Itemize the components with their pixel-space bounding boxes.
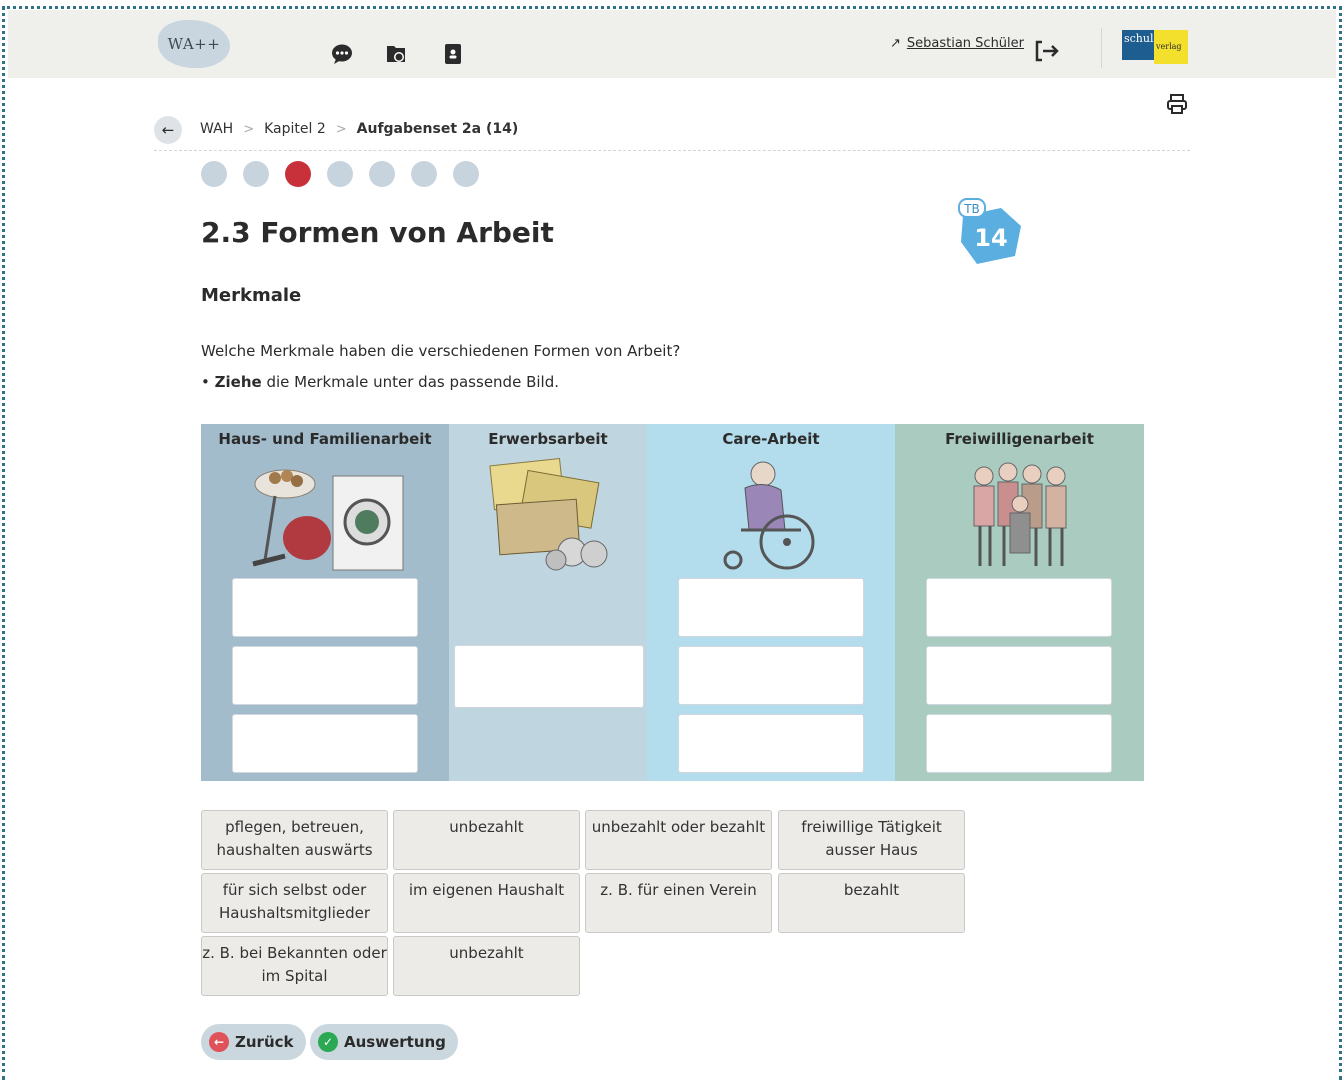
step-dot-7[interactable] [453,161,479,187]
chat-icon[interactable] [330,42,354,66]
print-icon[interactable] [1166,93,1188,115]
answer-chip[interactable]: freiwillige Tätigkeit ausser Haus [778,810,965,870]
column-title: Freiwilligenarbeit [945,430,1094,448]
column-care-work: Care-Arbeit [647,424,895,781]
column-volunteer-work: Freiwilligenarbeit [895,424,1144,781]
breadcrumb-separator: > [335,121,347,137]
folder-icon[interactable] [385,42,409,66]
money-illustration [489,458,608,571]
evaluate-button[interactable]: ✓ Auswertung [310,1024,458,1060]
answer-chip[interactable]: z. B. bei Bekannten oder im Spital [201,936,388,996]
group-illustration [973,462,1066,566]
answer-chip[interactable]: für sich selbst oder Haushaltsmitglieder [201,873,388,933]
task-question: Welche Merkmale haben die verschiedenen … [201,342,681,360]
drop-slot[interactable] [678,714,864,773]
textbook-page-badge[interactable]: TB 14 [957,198,1025,266]
breadcrumb-wah[interactable]: WAH [200,121,233,137]
page-title: 2.3 Formen von Arbeit [201,216,554,249]
back-circle-icon: ← [209,1032,229,1052]
breadcrumb-separator: > [243,121,255,137]
step-dot-1[interactable] [201,161,227,187]
answer-chip[interactable]: unbezahlt [393,810,580,870]
user-name[interactable]: Sebastian Schüler [907,36,1024,51]
household-illustration [252,469,404,571]
answer-chip[interactable]: bezahlt [778,873,965,933]
step-dot-3-active[interactable] [285,161,311,187]
drop-slot[interactable] [454,645,644,708]
step-dot-6[interactable] [411,161,437,187]
back-button[interactable]: ← Zurück [201,1024,306,1060]
column-title: Erwerbsarbeit [488,430,608,448]
drop-slot[interactable] [678,578,864,637]
contacts-icon[interactable] [441,42,465,66]
top-navigation-bar: WA++ ↗ Sebastian Schüler schul verlag [8,10,1336,78]
drop-slot[interactable] [926,646,1112,705]
answer-chip[interactable]: unbezahlt oder bezahlt [585,810,772,870]
section-title: Merkmale [201,285,302,306]
answer-chip[interactable]: unbezahlt [393,936,580,996]
breadcrumb-chapter[interactable]: Kapitel 2 [264,121,326,137]
breadcrumb: WAH > Kapitel 2 > Aufgabenset 2a (14) [200,121,518,137]
user-profile-link[interactable]: ↗ Sebastian Schüler [890,36,1024,51]
header-divider [1101,28,1102,68]
column-title: Haus- und Familienarbeit [218,430,432,448]
external-link-icon: ↗ [889,36,901,51]
answer-chip[interactable]: pflegen, betreuen, haushalten auswärts [201,810,388,870]
column-household-work: Haus- und Familienarbeit [201,424,449,781]
step-indicator [201,161,479,187]
step-dot-5[interactable] [369,161,395,187]
check-circle-icon: ✓ [318,1032,338,1052]
drop-slot[interactable] [926,714,1112,773]
step-dot-2[interactable] [243,161,269,187]
wah-logo[interactable]: WA++ [158,20,230,68]
wheelchair-illustration [723,461,815,570]
breadcrumb-divider [154,150,1190,151]
drop-slot[interactable] [232,714,418,773]
answer-chip[interactable]: z. B. für einen Verein [585,873,772,933]
column-paid-work: Erwerbsarbeit [449,424,647,781]
step-dot-4[interactable] [327,161,353,187]
column-title: Care-Arbeit [722,430,820,448]
drop-slot[interactable] [926,578,1112,637]
task-instruction: • Ziehe die Merkmale unter das passende … [201,373,559,391]
answer-chip[interactable]: im eigenen Haushalt [393,873,580,933]
breadcrumb-current: Aufgabenset 2a (14) [356,121,519,137]
drop-slot[interactable] [232,646,418,705]
back-arrow-icon[interactable]: ← [154,116,182,144]
schulverlag-logo[interactable]: schul verlag [1122,30,1188,64]
logout-icon[interactable] [1034,40,1060,62]
badge-label: TB [963,202,980,216]
sorting-board: Haus- und Familienarbeit Erwerbsarbeit C… [201,424,1144,781]
badge-number: 14 [974,224,1007,252]
drop-slot[interactable] [232,578,418,637]
drop-slot[interactable] [678,646,864,705]
